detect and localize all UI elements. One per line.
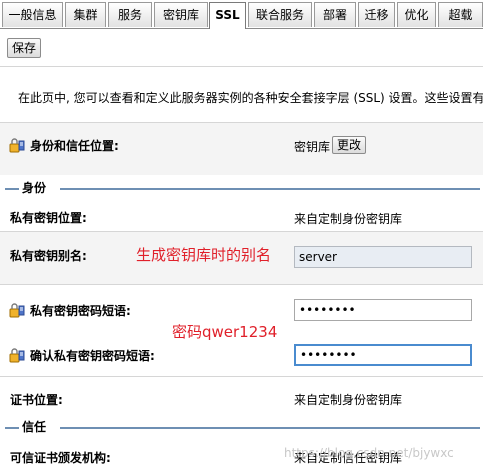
tab-overload[interactable]: 超载	[438, 2, 483, 27]
tab-bar: 一般信息 集群 服务 密钥库 SSL 联合服务 部署 迁移 优化 超载	[0, 0, 483, 29]
identity-section-header: 身份	[0, 181, 483, 195]
identity-section-title: 身份	[19, 181, 50, 195]
config-lock-icon	[9, 137, 25, 153]
save-button[interactable]: 保存	[7, 38, 41, 58]
passphrase-field[interactable]	[294, 299, 472, 321]
password-annotation: 密码qwer1234	[172, 323, 278, 341]
confirm-passphrase-label: 确认私有密钥密码短语:	[30, 349, 155, 363]
alias-annotation: 生成密钥库时的别名	[136, 246, 272, 264]
tab-cluster[interactable]: 集群	[65, 2, 106, 27]
tab-keystore[interactable]: 密钥库	[154, 2, 208, 27]
trust-section-title: 信任	[19, 420, 50, 434]
tab-ssl[interactable]: SSL	[209, 2, 246, 29]
trusted-ca-label: 可信证书颁发机构:	[10, 451, 111, 465]
cert-location-value: 来自定制身份密钥库	[294, 393, 403, 407]
section-line	[5, 427, 19, 429]
config-lock-icon	[9, 302, 25, 318]
config-lock-icon	[9, 347, 25, 363]
section-line	[60, 427, 480, 429]
tab-services[interactable]: 服务	[108, 2, 152, 27]
private-key-alias-label: 私有密钥别名:	[10, 249, 87, 263]
passphrase-label: 私有密钥密码短语:	[30, 304, 131, 318]
tab-tuning[interactable]: 优化	[397, 2, 436, 27]
divider	[0, 284, 483, 285]
watermark: https://blog.csdn.net/bjywxc	[284, 446, 454, 460]
section-line	[5, 188, 19, 190]
private-key-alias-field[interactable]	[294, 246, 472, 268]
tab-migration[interactable]: 迁移	[358, 2, 395, 27]
cert-location-label: 证书位置:	[10, 393, 63, 407]
confirm-passphrase-field[interactable]	[294, 344, 472, 366]
page-description: 在此页中, 您可以查看和定义此服务器实例的各种安全套接字层 (SSL) 设置。这…	[18, 91, 483, 105]
tab-deployment[interactable]: 部署	[314, 2, 356, 27]
identity-trust-label: 身份和信任位置:	[30, 139, 119, 153]
trust-section-header: 信任	[0, 420, 483, 434]
private-key-location-value: 来自定制身份密钥库	[294, 212, 403, 226]
change-button[interactable]: 更改	[332, 136, 366, 154]
tab-general[interactable]: 一般信息	[2, 2, 63, 27]
section-line	[60, 188, 480, 190]
divider	[0, 66, 483, 67]
identity-trust-value: 密钥库	[294, 140, 331, 154]
tab-federation[interactable]: 联合服务	[248, 2, 312, 27]
private-key-location-label: 私有密钥位置:	[10, 211, 87, 225]
divider	[0, 376, 483, 377]
